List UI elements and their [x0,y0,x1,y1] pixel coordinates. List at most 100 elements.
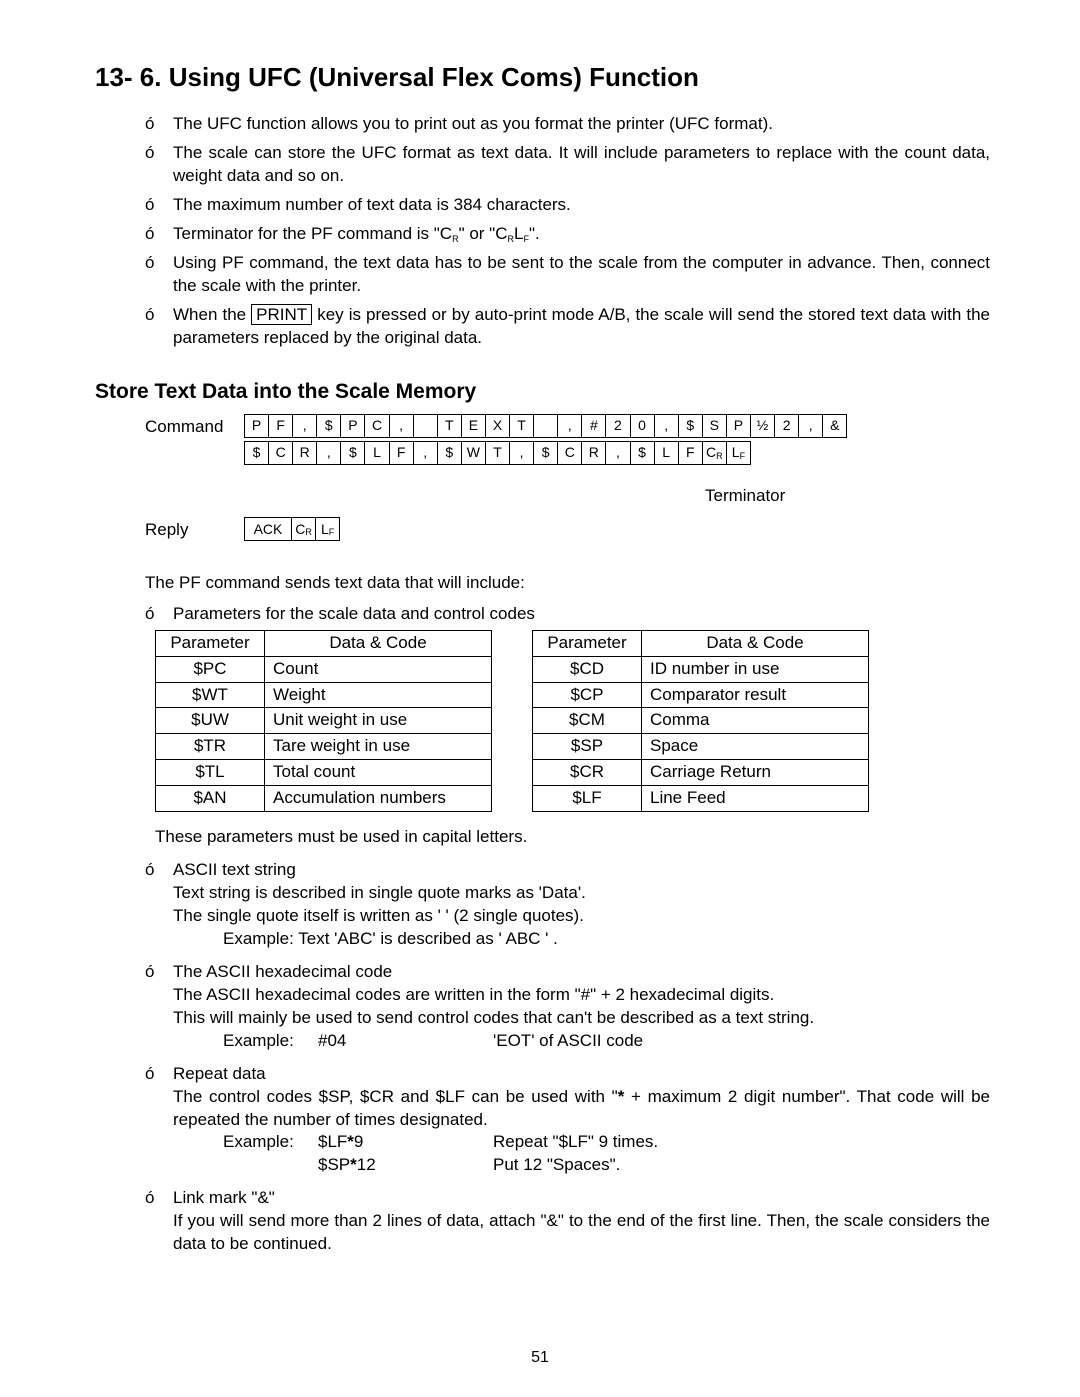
cmd-cell: , [316,441,341,465]
cmd-cell: F [389,441,414,465]
intro-item: Using PF command, the text data has to b… [173,252,990,298]
cmd-cell: F [678,441,703,465]
param-desc: Line Feed [642,786,869,812]
cmd-cell: T [485,441,510,465]
cmd-cell: $ [630,441,655,465]
caps-note: These parameters must be used in capital… [155,826,990,849]
cmd-cell: 2 [774,414,799,438]
cmd-cell: C [364,414,389,438]
param-desc: Unit weight in use [265,708,492,734]
param-desc: Accumulation numbers [265,786,492,812]
cmd-cell: , [654,414,679,438]
param-code: $WT [156,682,265,708]
page-number: 51 [0,1347,1080,1369]
params-intro: Parameters for the scale data and contro… [173,603,990,626]
cmd-cell: W [461,441,486,465]
param-desc: Count [265,656,492,682]
cmd-cell: S [702,414,727,438]
param-desc: Tare weight in use [265,734,492,760]
cmd-cell [533,414,558,438]
param-desc: Weight [265,682,492,708]
cmd-cell: E [461,414,486,438]
reply-cell: CR [291,517,316,541]
param-code: $SP [533,734,642,760]
repeat-block: Repeat data The control codes $SP, $CR a… [173,1063,990,1178]
table-header: Parameter [156,630,265,656]
parameter-table-right: ParameterData & Code $CDID number in use… [532,630,869,813]
cmd-cell: , [413,441,438,465]
cmd-cell: , [389,414,414,438]
param-desc: Comparator result [642,682,869,708]
intro-item: The scale can store the UFC format as te… [173,142,990,188]
bullet-mark: ó [145,223,173,246]
cmd-cell: T [437,414,462,438]
intro-item: The maximum number of text data is 384 c… [173,194,990,217]
intro-item-terminator: Terminator for the PF command is "CR" or… [173,223,990,246]
reply-label: Reply [145,517,245,542]
ascii-block: ASCII text string Text string is describ… [173,859,990,951]
cmd-cell: $ [533,441,558,465]
param-code: $LF [533,786,642,812]
param-code: $CP [533,682,642,708]
cmd-cell: $ [316,414,341,438]
cmd-cell: $ [244,441,269,465]
param-code: $CR [533,760,642,786]
cmd-cell: & [822,414,847,438]
command-row-2: $CR,$LF,$WT,$CR,$LFCRLF [245,441,751,465]
cmd-cell: $ [437,441,462,465]
table-header: Data & Code [265,630,492,656]
cmd-cell: C [268,441,293,465]
bullet-mark: ó [145,142,173,188]
cmd-cell [413,414,438,438]
param-desc: ID number in use [642,656,869,682]
cmd-cell: CR [702,441,727,465]
table-header: Data & Code [642,630,869,656]
command-label: Command [145,414,245,439]
cmd-cell: $ [340,441,365,465]
param-desc: Carriage Return [642,760,869,786]
bullet-mark: ó [145,194,173,217]
reply-cell: ACK [244,517,292,541]
cmd-cell: LF [726,441,751,465]
cmd-cell: , [798,414,823,438]
param-code: $TR [156,734,265,760]
cmd-cell: 2 [605,414,630,438]
cmd-cell: T [509,414,534,438]
param-code: $AN [156,786,265,812]
cmd-cell: L [654,441,679,465]
param-code: $CD [533,656,642,682]
print-key: PRINT [251,304,312,325]
table-header: Parameter [533,630,642,656]
cmd-cell: ½ [750,414,775,438]
cmd-cell: , [605,441,630,465]
cmd-cell: F [268,414,293,438]
bullet-mark: ó [145,304,173,350]
cmd-cell: L [364,441,389,465]
param-code: $TL [156,760,265,786]
cmd-cell: , [557,414,582,438]
bullet-mark: ó [145,113,173,136]
pf-sends-text: The PF command sends text data that will… [145,572,990,595]
command-row-1: PF,$PC,TEXT,#20,$SP½2,& [245,414,847,438]
link-block: Link mark "&" If you will send more than… [173,1187,990,1256]
reply-cells: ACKCRLF [245,517,340,541]
parameter-table-left: ParameterData & Code $PCCount$WTWeight$U… [155,630,492,813]
cmd-cell: # [581,414,606,438]
param-desc: Comma [642,708,869,734]
cmd-cell: R [292,441,317,465]
intro-list: ó The UFC function allows you to print o… [145,113,990,349]
cmd-cell: 0 [630,414,655,438]
reply-cell: LF [315,517,340,541]
cmd-cell: R [581,441,606,465]
param-code: $UW [156,708,265,734]
bullet-mark: ó [145,252,173,298]
param-desc: Total count [265,760,492,786]
cmd-cell: , [509,441,534,465]
cmd-cell: , [292,414,317,438]
hex-block: The ASCII hexadecimal code The ASCII hex… [173,961,990,1053]
param-code: $PC [156,656,265,682]
intro-item-print: When the PRINT key is pressed or by auto… [173,304,990,350]
param-desc: Space [642,734,869,760]
section-heading-store: Store Text Data into the Scale Memory [95,378,990,406]
cmd-cell: $ [678,414,703,438]
